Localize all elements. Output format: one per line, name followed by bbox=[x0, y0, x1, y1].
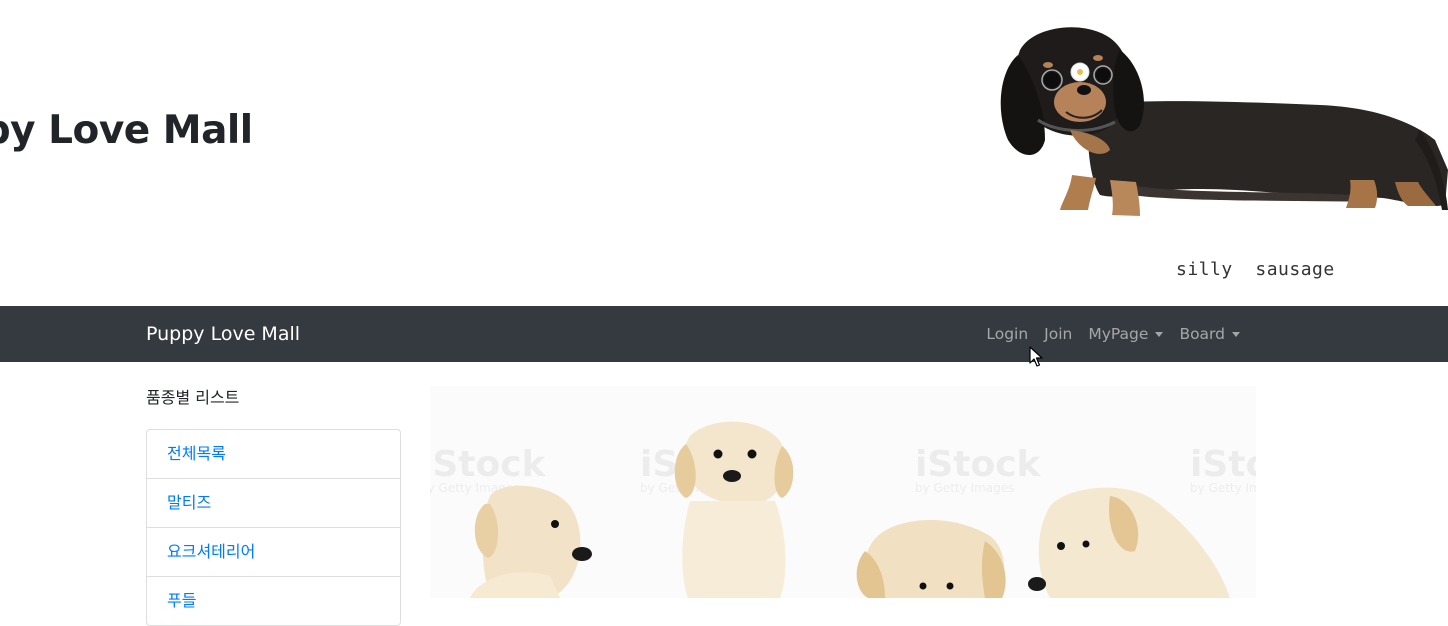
puppies-illustration bbox=[470, 421, 1230, 598]
dachshund-illustration bbox=[1000, 27, 1448, 216]
nav-mypage-dropdown[interactable]: MyPage bbox=[1080, 325, 1171, 343]
breed-item-maltese[interactable]: 말티즈 bbox=[147, 479, 400, 528]
puppy-1 bbox=[470, 485, 592, 598]
breed-item-all[interactable]: 전체목록 bbox=[147, 430, 400, 479]
site-title: Puppy Love Mall bbox=[0, 108, 253, 153]
nav-board-dropdown[interactable]: Board bbox=[1171, 325, 1248, 343]
navbar-brand[interactable]: Puppy Love Mall bbox=[146, 306, 300, 362]
nav-join[interactable]: Join bbox=[1036, 325, 1080, 343]
dog-caption: silly sausage bbox=[1176, 259, 1335, 280]
nav-mypage-label: MyPage bbox=[1088, 325, 1149, 343]
navbar: Puppy Love Mall Login Join MyPage Board bbox=[0, 306, 1448, 362]
breed-item-poodle[interactable]: 푸들 bbox=[147, 577, 400, 625]
caret-down-icon bbox=[1155, 331, 1164, 337]
hero-puppy-image: iStockby Getty Images iStockby Getty Ima… bbox=[430, 386, 1256, 598]
breed-list: 전체목록 말티즈 요크셔테리어 푸들 bbox=[146, 429, 401, 626]
nav-links: Login Join MyPage Board bbox=[978, 306, 1248, 362]
breed-item-yorkshire-terrier[interactable]: 요크셔테리어 bbox=[147, 528, 400, 577]
site-banner: Puppy Love Mall bbox=[0, 0, 1448, 306]
nav-login[interactable]: Login bbox=[978, 325, 1036, 343]
puppy-4 bbox=[1028, 487, 1230, 598]
nav-board-label: Board bbox=[1179, 325, 1225, 343]
sidebar-title: 품종별 리스트 bbox=[146, 388, 240, 407]
nav-join-label: Join bbox=[1044, 325, 1073, 343]
puppy-2 bbox=[674, 421, 794, 598]
caret-down-icon bbox=[1232, 331, 1240, 337]
puppy-3 bbox=[856, 519, 1006, 598]
mouse-cursor-icon bbox=[1029, 346, 1043, 367]
nav-login-label: Login bbox=[986, 325, 1029, 343]
